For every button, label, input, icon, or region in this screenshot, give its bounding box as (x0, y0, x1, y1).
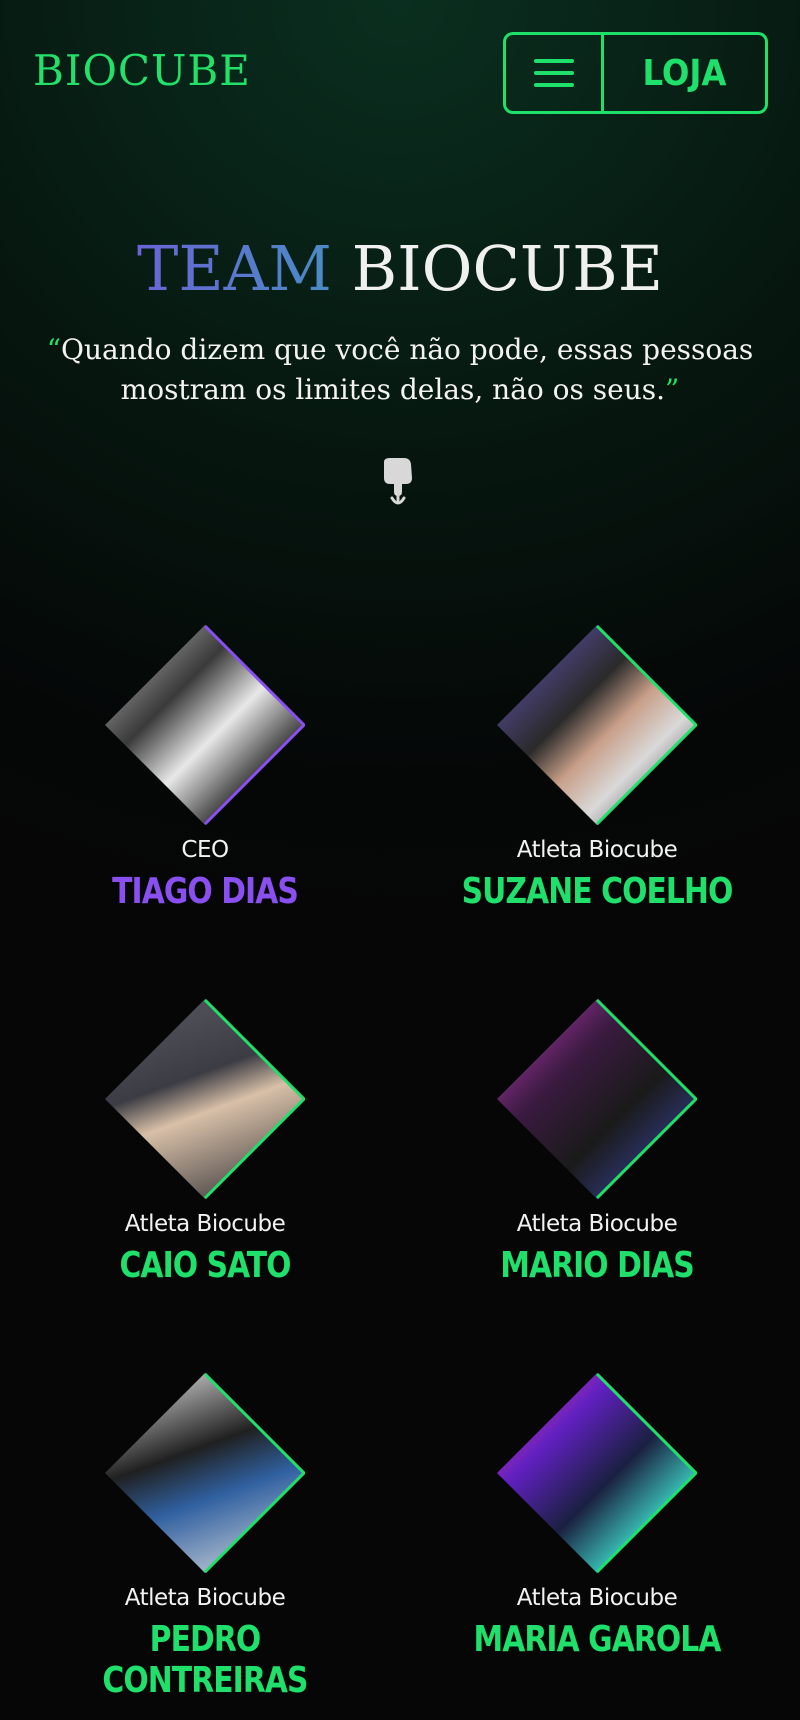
member-photo (497, 999, 697, 1199)
quote-text: Quando dizem que você não pode, essas pe… (61, 333, 754, 406)
member-name[interactable]: MARIO DIAS (450, 1245, 744, 1286)
member-photo-frame (105, 1373, 305, 1573)
member-photo-frame (497, 625, 697, 825)
quote-open-mark: “ (46, 333, 62, 366)
member-role: Atleta Biocube (516, 837, 678, 863)
team-member-card[interactable]: Atleta Biocube MARIO DIAS (437, 999, 757, 1299)
member-role: Atleta Biocube (124, 1211, 286, 1237)
team-member-card[interactable]: Atleta Biocube MARIA GAROLA (437, 1373, 757, 1673)
member-photo-frame (105, 999, 305, 1199)
member-name[interactable]: CAIO SATO (58, 1245, 352, 1286)
hamburger-menu-icon[interactable] (506, 35, 604, 111)
quote-close-mark: ” (665, 373, 680, 406)
member-photo-frame (497, 999, 697, 1199)
member-photo (497, 625, 697, 825)
member-photo (497, 1373, 697, 1573)
member-name[interactable]: PEDRO CONTREIRAS (58, 1619, 352, 1701)
member-photo (105, 625, 305, 825)
page-title: TEAM BIOCUBE (0, 232, 800, 305)
member-name[interactable]: SUZANE COELHO (450, 871, 744, 912)
page-title-accent: TEAM (137, 232, 332, 305)
member-name[interactable]: TIAGO DIAS (58, 871, 352, 912)
nav-button-group: LOJA (503, 32, 768, 114)
member-photo-frame (105, 625, 305, 825)
site-header: BIOCUBE LOJA (0, 0, 800, 145)
hero-quote: “Quando dizem que você não pode, essas p… (30, 330, 770, 410)
hand-pointing-down-icon[interactable] (378, 456, 422, 508)
team-member-card[interactable]: CEO TIAGO DIAS (45, 625, 365, 925)
member-role: CEO (181, 837, 229, 863)
shop-button[interactable]: LOJA (604, 35, 765, 111)
member-photo-frame (497, 1373, 697, 1573)
member-role: Atleta Biocube (516, 1211, 678, 1237)
page-title-main: BIOCUBE (351, 232, 663, 305)
team-member-card[interactable]: Atleta Biocube CAIO SATO (45, 999, 365, 1299)
team-member-card[interactable]: Atleta Biocube PEDRO CONTREIRAS (45, 1373, 365, 1701)
member-role: Atleta Biocube (516, 1585, 678, 1611)
team-member-card[interactable]: Atleta Biocube SUZANE COELHO (437, 625, 757, 925)
member-photo (105, 999, 305, 1199)
brand-logo[interactable]: BIOCUBE (33, 46, 251, 95)
member-name[interactable]: MARIA GAROLA (450, 1619, 744, 1660)
member-photo (105, 1373, 305, 1573)
member-role: Atleta Biocube (124, 1585, 286, 1611)
